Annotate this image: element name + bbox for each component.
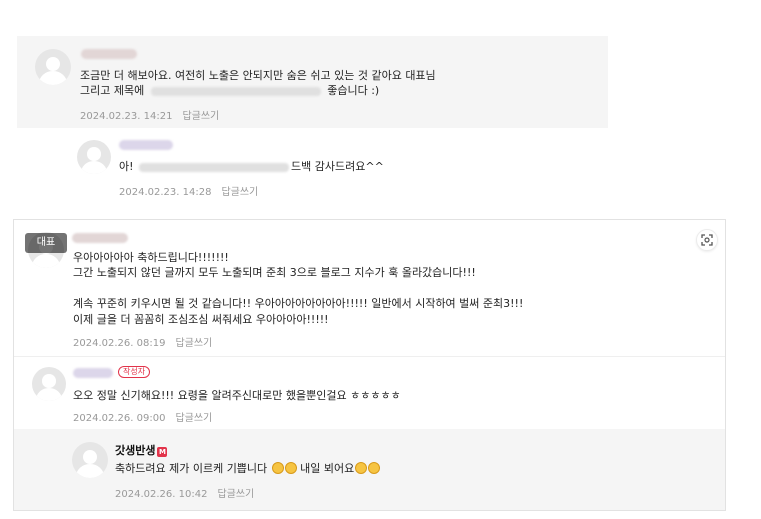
commenter-name[interactable]: 갓생반생 M — [115, 442, 168, 458]
comment-date: 2024.02.23. 14:21 — [80, 111, 173, 122]
comment-date: 2024.02.23. 14:28 — [119, 187, 212, 198]
commenter-name[interactable] — [81, 49, 137, 59]
reply-text-end: 드백 감사드려요^^ — [291, 160, 384, 173]
comment-meta: 2024.02.26. 09:00 답글쓰기 — [73, 409, 212, 424]
reply-text-mid: 내일 뵈어요 — [300, 462, 355, 475]
scan-icon — [701, 234, 713, 246]
emoji-icon — [368, 462, 381, 474]
reply-item-2: 갓생반생 M 축하드려요 제가 이르케 기쁩니다 내일 뵈어요 2024.02.2… — [14, 429, 725, 510]
reply-item-1: 아! 드백 감사드려요^^ 2024.02.23. 14:28 답글쓰기 — [60, 128, 608, 200]
blurred-text — [139, 162, 290, 172]
comment-text-end: 좋습니다 :) — [327, 84, 380, 97]
reply-text-start: 축하드려요 제가 이르케 기쁩니다 — [115, 462, 268, 475]
comment-meta: 2024.02.26. 08:19 답글쓰기 — [73, 334, 212, 349]
comment-meta: 2024.02.23. 14:21 답글쓰기 — [80, 107, 219, 122]
comment-text-line-2: 그리고 제목에 좋습니다 :) — [80, 84, 379, 97]
emoji-icon — [355, 462, 368, 474]
comment-item-1: 조금만 더 해보아요. 여전히 노출은 안되지만 숨은 쉬고 있는 것 같아요 … — [17, 36, 608, 128]
commenter-name[interactable] — [73, 368, 113, 378]
comment-date: 2024.02.26. 08:19 — [73, 338, 166, 349]
comment-text-line: 이제 글을 더 꼼꼼히 조심조심 써줘세요 우아아아아!!!!! — [73, 313, 329, 326]
emoji-icon — [271, 462, 284, 474]
commenter-name[interactable] — [72, 233, 128, 243]
scan-button[interactable] — [696, 229, 718, 251]
reply-button[interactable]: 답글쓰기 — [217, 489, 254, 500]
reply-text: 아! 드백 감사드려요^^ — [119, 160, 384, 173]
comment-text-line: 그간 노출되지 않던 글까지 모두 노출되며 준최 3으로 블로그 지수가 훅 … — [73, 266, 476, 279]
commenter-avatar[interactable] — [32, 367, 66, 401]
commenter-avatar[interactable] — [77, 140, 111, 174]
commenter-avatar[interactable] — [35, 49, 71, 85]
commenter-avatar[interactable] — [72, 442, 108, 478]
m-badge: M — [157, 447, 168, 457]
reply-button[interactable]: 답글쓰기 — [175, 338, 212, 349]
comment-date: 2024.02.26. 09:00 — [73, 413, 166, 424]
commenter-name-text: 갓생반생 — [115, 444, 156, 457]
reply-text-start: 아! — [119, 160, 134, 173]
comment-meta: 2024.02.26. 10:42 답글쓰기 — [115, 485, 254, 500]
comment-meta: 2024.02.23. 14:28 답글쓰기 — [119, 183, 258, 198]
comment-text-line: 계속 꾸준히 키우시면 될 것 같습니다!! 우아아아아아아아아!!!!! 일반… — [73, 297, 524, 310]
comment-date: 2024.02.26. 10:42 — [115, 489, 208, 500]
reply-text: 축하드려요 제가 이르케 기쁩니다 내일 뵈어요 — [115, 462, 381, 475]
reply-button[interactable]: 답글쓰기 — [175, 413, 212, 424]
commenter-name[interactable] — [119, 140, 173, 150]
emoji-icon — [284, 462, 297, 474]
comment-item-3: 작성자 오오 정말 신기해요!!! 요령을 알려주신대로만 했을뿐인걸요 ㅎㅎㅎ… — [14, 356, 725, 429]
reply-button[interactable]: 답글쓰기 — [182, 111, 219, 122]
reply-button[interactable]: 답글쓰기 — [221, 187, 258, 198]
comment-text-start: 그리고 제목에 — [80, 84, 145, 97]
comment-text: 오오 정말 신기해요!!! 요령을 알려주신대로만 했을뿐인걸요 ㅎㅎㅎㅎㅎ — [73, 389, 401, 402]
representative-badge: 대표 — [25, 233, 67, 253]
author-badge: 작성자 — [118, 366, 151, 378]
comment-text-line: 우아아아아아 축하드립니다!!!!!!! — [73, 251, 229, 264]
comment-item-2: 우아아아아아 축하드립니다!!!!!!! 그간 노출되지 않던 글까지 모두 노… — [14, 220, 725, 356]
blurred-text — [150, 86, 321, 96]
comment-text-line: 조금만 더 해보아요. 여전히 노출은 안되지만 숨은 쉬고 있는 것 같아요 … — [80, 69, 436, 82]
